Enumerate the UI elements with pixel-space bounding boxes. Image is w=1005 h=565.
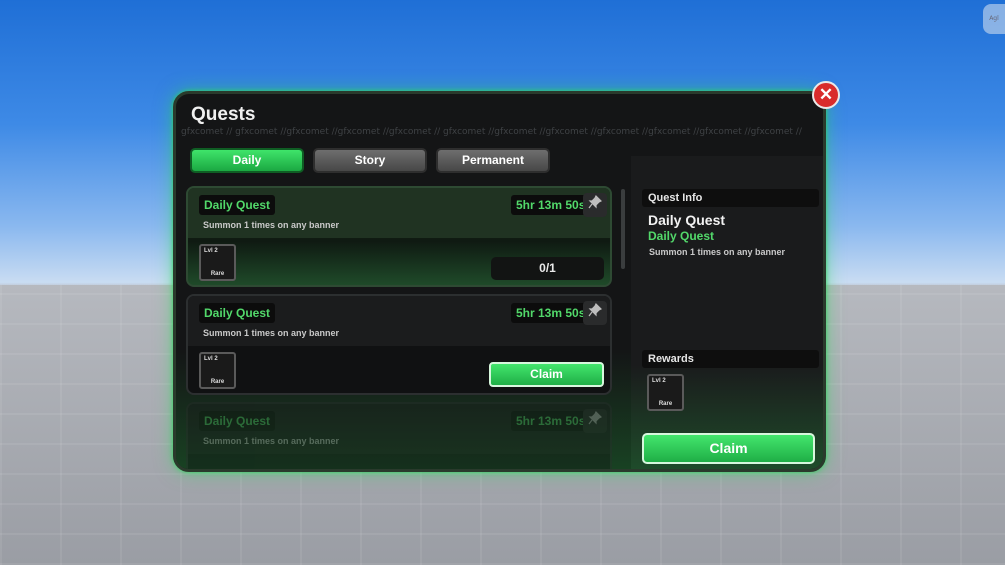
quest-card[interactable]: Daily Quest Summon 1 times on any banner… [186,294,612,395]
quest-progress: 0/1 [491,257,604,280]
quest-info-panel: Quest Info Daily Quest Daily Quest Summo… [631,156,823,469]
tab-story[interactable]: Story [313,148,427,173]
claim-reward-button[interactable]: Claim [642,433,815,464]
quest-card[interactable]: Daily Quest Summon 1 times on any banner… [186,402,612,469]
reward-item: Lvl 2 Rare [647,374,684,411]
quest-description: Summon 1 times on any banner [203,220,340,230]
claim-button[interactable]: Claim [489,362,604,387]
reward-rarity: Rare [658,401,673,407]
reward-item: Lvl 2 Rare [199,244,236,281]
quest-name: Daily Quest [199,303,276,323]
quest-info-title: Daily Quest [648,212,726,228]
pin-icon[interactable] [583,409,607,433]
rewards-header: Rewards [642,350,819,368]
close-icon[interactable]: ✕ [812,81,840,109]
tab-daily[interactable]: Daily [190,148,304,173]
reward-rarity: Rare [210,271,225,277]
watermark-text: gfxcomet // gfxcomet //gfxcomet //gfxcom… [181,127,802,137]
quest-timer: 5hr 13m 50s [511,411,591,431]
quests-window: Quests gfxcomet // gfxcomet //gfxcomet /… [173,91,826,472]
quest-card[interactable]: Daily Quest Summon 1 times on any banner… [186,186,612,287]
reward-rarity: Rare [210,379,225,385]
window-title: Quests [191,104,256,125]
quest-description: Summon 1 times on any banner [203,328,340,338]
reward-level: Lvl 2 [204,248,218,254]
tab-permanent[interactable]: Permanent [436,148,550,173]
reward-item: Lvl 2 Rare [199,352,236,389]
quest-name: Daily Quest [199,195,276,215]
quest-info-description: Summon 1 times on any banner [649,247,786,257]
pin-icon[interactable] [583,193,607,217]
quest-timer: 5hr 13m 50s [511,195,591,215]
reward-level: Lvl 2 [204,356,218,362]
corner-menu-button[interactable]: Agl [983,4,1005,34]
quest-description: Summon 1 times on any banner [203,436,340,446]
reward-level: Lvl 2 [652,378,666,384]
quest-list[interactable]: Daily Quest Summon 1 times on any banner… [186,186,614,469]
list-scrollbar[interactable] [621,189,625,269]
quest-timer: 5hr 13m 50s [511,303,591,323]
quest-name: Daily Quest [199,411,276,431]
quest-info-header: Quest Info [642,189,819,207]
pin-icon[interactable] [583,301,607,325]
quest-info-subtitle: Daily Quest [648,229,715,243]
